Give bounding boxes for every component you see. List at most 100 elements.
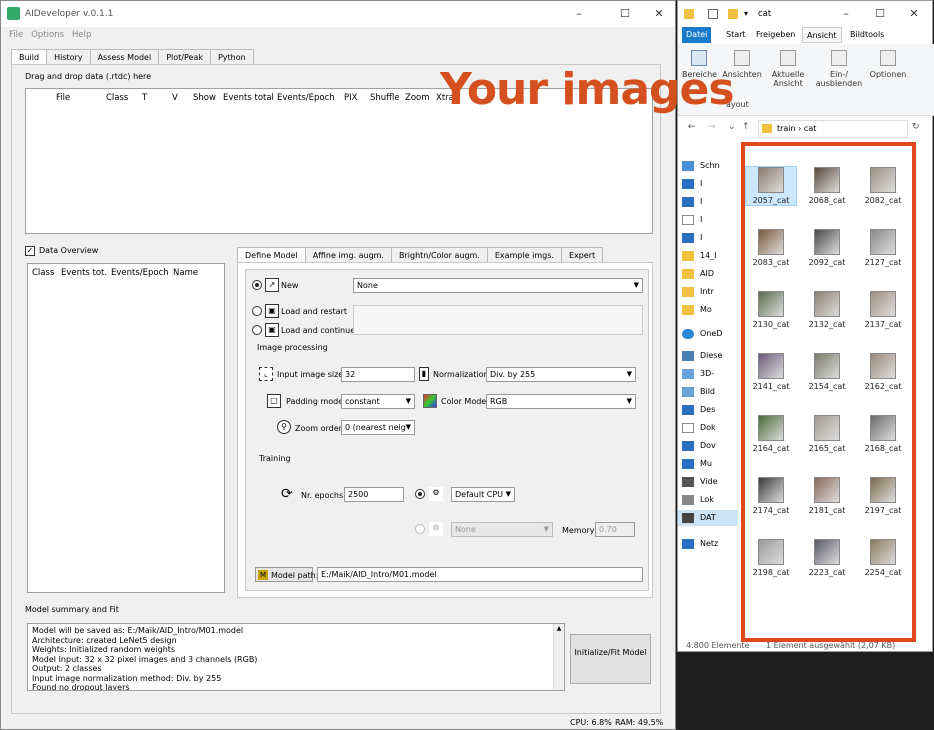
col-show[interactable]: Show [193,93,216,103]
ribbon-aktuelle-label: Aktuelle Ansicht [771,70,805,88]
tree-item[interactable]: Netz [700,539,736,548]
model-path-field[interactable] [317,567,643,582]
ribbon-optionen[interactable]: Optionen [868,50,908,79]
ov-col-name[interactable]: Name [173,268,198,278]
tree-item[interactable]: Dok [700,423,736,432]
chevron-down-icon[interactable]: ⌄ [728,122,736,132]
tree-item[interactable]: I [700,233,736,242]
maximize-icon[interactable]: ☐ [872,7,888,21]
forward-icon[interactable]: → [708,122,716,132]
path-seg-cat[interactable]: cat [804,124,816,133]
tree-item[interactable]: Vide [700,477,736,486]
tree-item[interactable]: OneD [700,329,736,338]
ribbon-tab-bildtools[interactable]: Bildtools [846,27,888,43]
summary-text[interactable]: Model will be saved as: E:/Maik/AID_Intr… [27,623,565,691]
tree-item[interactable]: Schn [700,161,736,170]
tree-item[interactable]: Intr [700,287,736,296]
tab-brightness[interactable]: Brightn/Color augm. [391,247,488,262]
initialize-fit-button[interactable]: Initialize/Fit Model [570,634,651,684]
new-folder-icon[interactable] [728,9,738,19]
load-continue-radio[interactable] [252,325,262,335]
tab-expert[interactable]: Expert [560,247,604,262]
tab-plot-peak[interactable]: Plot/Peak [158,49,211,64]
load-path-field[interactable] [353,305,643,335]
col-class[interactable]: Class [106,93,128,103]
ribbon-ein-ausblenden[interactable]: Ein-/ ausblenden [814,50,864,88]
tab-define-model[interactable]: Define Model [237,247,306,262]
col-t[interactable]: T [142,93,147,103]
ribbon-tab-freigeben[interactable]: Freigeben [752,27,799,43]
computer-icon [682,351,694,361]
close-icon[interactable]: ✕ [651,7,667,21]
tree-item[interactable]: Lok [700,495,736,504]
ribbon-tab-ansicht[interactable]: Ansicht [802,27,842,43]
normalization-combo[interactable]: Div. by 255 ▼ [486,367,636,382]
col-pix[interactable]: PIX [344,93,357,103]
up-icon[interactable]: ↑ [742,122,750,132]
tree-item[interactable]: Des [700,405,736,414]
chevron-down-icon[interactable]: ▾ [744,9,748,18]
menu-help[interactable]: Help [72,27,91,43]
model-path-button[interactable]: M Model path: [255,567,318,582]
new-radio[interactable] [252,280,262,290]
tree-item[interactable]: Bild [700,387,736,396]
tree-item[interactable]: AID [700,269,736,278]
ribbon-aktuelle-ansicht[interactable]: Aktuelle Ansicht [768,50,808,88]
color-mode-combo[interactable]: RGB ▼ [486,394,636,409]
padding-value: constant [345,397,380,406]
epochs-spinbox[interactable] [344,487,404,502]
tab-assess-model[interactable]: Assess Model [89,49,160,64]
overview-table[interactable]: Class Events tot. Events/Epoch Name [27,263,225,593]
ov-col-class[interactable]: Class [32,268,54,278]
refresh-icon[interactable]: ↻ [912,122,920,132]
tab-build[interactable]: Build [11,49,48,64]
col-zoom[interactable]: Zoom [405,93,430,103]
tree-item[interactable]: Mu [700,459,736,468]
properties-icon[interactable] [708,9,718,19]
tree-item[interactable]: Mo [700,305,736,314]
minimize-icon[interactable]: – [571,7,587,21]
maximize-icon[interactable]: ☐ [617,7,633,21]
ribbon-tab-start[interactable]: Start [722,27,750,43]
tree-item[interactable]: I [700,215,736,224]
new-model-combo[interactable]: None ▼ [353,278,643,293]
device2-combo[interactable]: None ▼ [451,522,553,537]
tab-history[interactable]: History [46,49,91,64]
gpu-radio[interactable] [415,524,425,534]
tree-item[interactable]: I [700,179,736,188]
path-seg-train[interactable]: train [777,124,796,133]
tree-item[interactable]: Diese [700,351,736,360]
col-file[interactable]: File [56,93,70,103]
tab-example-imgs[interactable]: Example imgs. [486,247,562,262]
tab-python[interactable]: Python [209,49,254,64]
col-events-epoch[interactable]: Events/Epoch [277,93,335,103]
col-v[interactable]: V [172,93,178,103]
memory-spinbox[interactable] [595,522,635,537]
download-icon [682,197,694,207]
back-icon[interactable]: ← [688,122,696,132]
device-combo[interactable]: Default CPU ▼ [451,487,515,502]
ov-col-events-epoch[interactable]: Events/Epoch [111,268,169,278]
ribbon-tab-datei[interactable]: Datei [682,27,712,43]
tree-item[interactable]: 3D- [700,369,736,378]
zoom-combo[interactable]: 0 (nearest neigh ▼ [341,420,415,435]
input-size-spinbox[interactable] [341,367,415,382]
col-shuffle[interactable]: Shuffle [370,93,400,103]
menu-options[interactable]: Options [31,27,64,43]
overview-checkbox[interactable]: ✓ [25,246,35,256]
close-icon[interactable]: ✕ [906,7,922,21]
load-restart-radio[interactable] [252,306,262,316]
col-events-total[interactable]: Events total [223,93,274,103]
menu-file[interactable]: File [9,27,23,43]
address-bar[interactable]: train › cat [758,120,908,138]
minimize-icon[interactable]: – [838,7,854,21]
ov-col-events[interactable]: Events tot. [61,268,107,278]
cpu-radio[interactable] [415,489,425,499]
tab-affine[interactable]: Affine img. augm. [304,247,392,262]
tree-item[interactable]: I [700,197,736,206]
tree-item[interactable]: Dov [700,441,736,450]
padding-combo[interactable]: constant ▼ [341,394,415,409]
tree-item[interactable]: DAT [700,513,736,522]
scrollbar[interactable]: ▲▼ [553,624,564,690]
tree-item[interactable]: 14_I [700,251,736,260]
